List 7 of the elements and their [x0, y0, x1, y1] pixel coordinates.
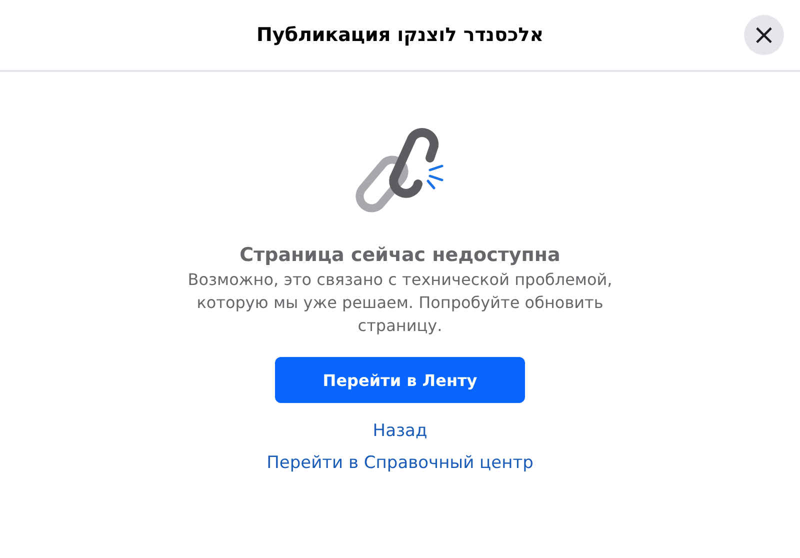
close-button[interactable]: ×: [744, 15, 784, 55]
text-link[interactable]: Перейти в Справочный центр: [266, 453, 534, 473]
error-message: Возможно, это связано с технической проблемой, которую мы уже решаем. Попробуйте обновить страницу.: [186, 269, 614, 337]
text-link[interactable]: Назад: [372, 421, 428, 441]
feed-button[interactable]: Перейти в Ленту: [275, 357, 525, 403]
error-heading: Страница сейчас недоступна: [240, 244, 560, 266]
dialog-title: Публикация אלכסנדר לוצנקו: [256, 24, 544, 46]
